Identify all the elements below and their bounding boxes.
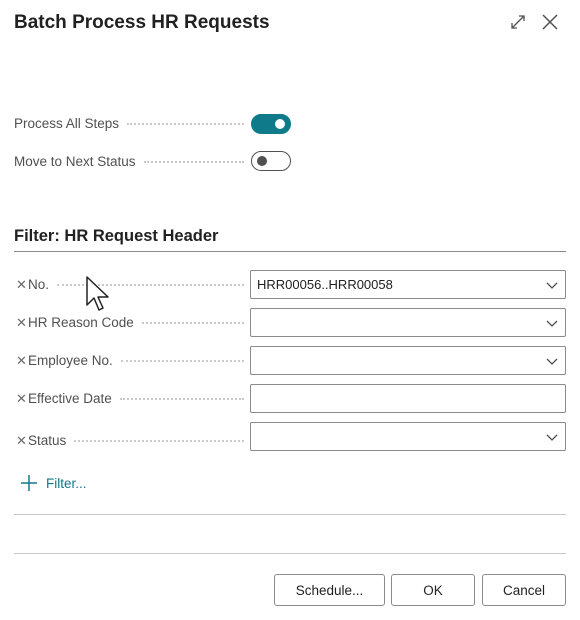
- filter-employee-no-field[interactable]: [250, 346, 566, 375]
- divider: [14, 553, 566, 554]
- toggle-knob: [257, 155, 267, 166]
- dialog-title: Batch Process HR Requests: [14, 12, 270, 33]
- close-button[interactable]: [539, 11, 561, 33]
- chevron-down-icon[interactable]: [539, 423, 565, 450]
- remove-filter-icon[interactable]: ✕: [16, 277, 28, 293]
- leader-dots: [127, 123, 244, 125]
- chevron-down-icon[interactable]: [539, 271, 565, 298]
- filter-label: Status: [28, 433, 67, 448]
- add-filter-label: Filter...: [46, 475, 87, 491]
- filter-hr-reason-code-field[interactable]: [250, 308, 566, 337]
- filter-row-label-employee-no: ✕ Employee No.: [16, 353, 244, 369]
- leader-dots: [141, 322, 244, 324]
- remove-filter-icon[interactable]: ✕: [16, 391, 28, 407]
- leader-dots: [74, 440, 244, 442]
- ok-button[interactable]: OK: [391, 574, 475, 606]
- cancel-button[interactable]: Cancel: [482, 574, 566, 606]
- filter-row-label-no: ✕ No.: [16, 277, 244, 293]
- option-label: Process All Steps: [14, 116, 120, 131]
- option-label: Move to Next Status: [14, 154, 136, 169]
- chevron-down-icon[interactable]: [539, 347, 565, 374]
- filter-row-label-status: ✕ Status: [16, 433, 244, 449]
- divider: [14, 514, 566, 515]
- section-divider: [14, 251, 566, 252]
- filter-section-title: Filter: HR Request Header: [14, 227, 219, 245]
- filter-label: Employee No.: [28, 353, 113, 368]
- option-move-to-next-status: Move to Next Status: [14, 154, 244, 169]
- leader-dots: [119, 398, 244, 400]
- filter-status-field[interactable]: [250, 422, 566, 451]
- move-to-next-status-toggle[interactable]: [251, 151, 291, 171]
- toggle-knob: [275, 118, 285, 129]
- filter-row-label-hr-reason-code: ✕ HR Reason Code: [16, 315, 244, 331]
- remove-filter-icon[interactable]: ✕: [16, 353, 28, 369]
- add-filter-link[interactable]: Filter...: [20, 474, 87, 492]
- filter-row-label-effective-date: ✕ Effective Date: [16, 391, 244, 407]
- leader-dots: [143, 161, 244, 163]
- filter-label: HR Reason Code: [28, 315, 134, 330]
- plus-icon: [21, 475, 37, 491]
- filter-value: HRR00056..HRR00058: [257, 277, 393, 292]
- chevron-down-icon[interactable]: [539, 309, 565, 336]
- filter-label: Effective Date: [28, 391, 112, 406]
- process-all-steps-toggle[interactable]: [251, 114, 291, 134]
- filter-no-field[interactable]: HRR00056..HRR00058: [250, 270, 566, 299]
- expand-button[interactable]: [507, 11, 529, 33]
- schedule-button[interactable]: Schedule...: [274, 574, 385, 606]
- batch-process-dialog: Batch Process HR Requests Process All St…: [0, 0, 580, 620]
- remove-filter-icon[interactable]: ✕: [16, 433, 28, 449]
- expand-icon: [511, 15, 525, 29]
- close-icon: [542, 14, 558, 30]
- option-process-all-steps: Process All Steps: [14, 116, 244, 131]
- mouse-pointer-icon: [86, 276, 109, 311]
- leader-dots: [120, 360, 244, 362]
- filter-effective-date-field[interactable]: [250, 384, 566, 413]
- filter-label: No.: [28, 277, 50, 292]
- remove-filter-icon[interactable]: ✕: [16, 315, 28, 331]
